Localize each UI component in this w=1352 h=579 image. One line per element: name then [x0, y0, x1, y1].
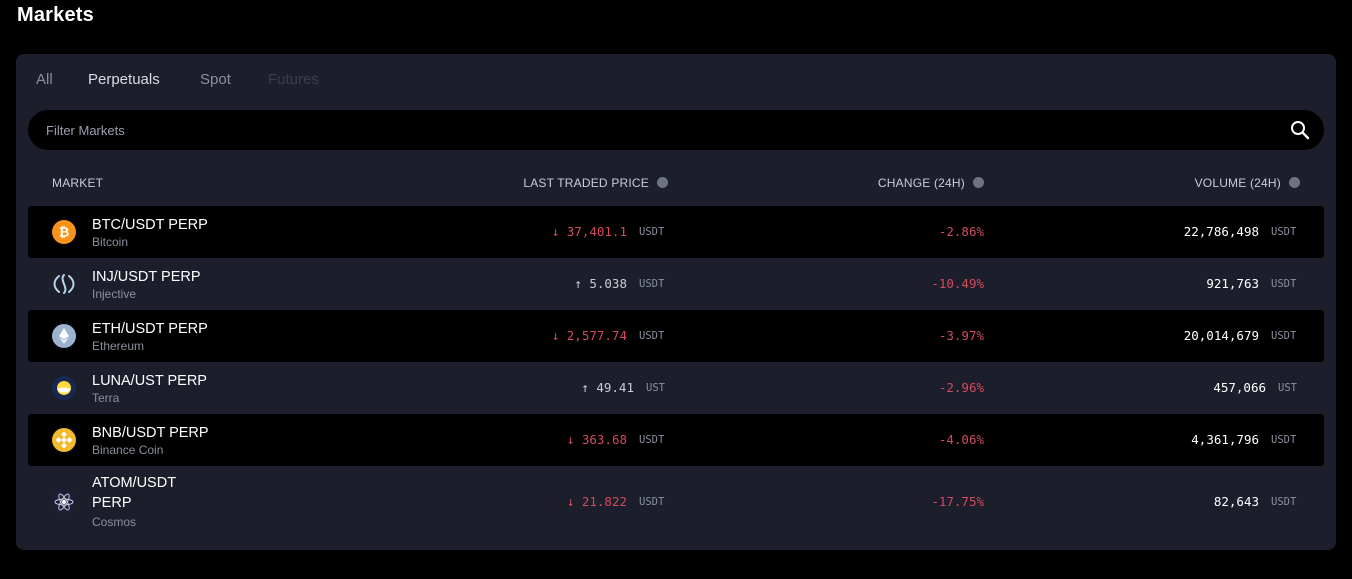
- header-market[interactable]: MARKET: [52, 176, 103, 190]
- header-change-24h[interactable]: CHANGE (24H): [878, 176, 984, 190]
- market-symbol: ATOM/USDT PERP: [92, 475, 176, 511]
- markets-panel: All Perpetuals Spot Futures MARKET LAST …: [16, 54, 1336, 550]
- tab-all[interactable]: All: [36, 71, 53, 88]
- change-24h: -2.86%: [938, 224, 984, 239]
- info-icon[interactable]: [973, 177, 984, 188]
- market-symbol: ETH/USDT PERP: [92, 321, 208, 337]
- tab-spot[interactable]: Spot: [200, 71, 231, 88]
- volume-unit: USDT: [1271, 330, 1297, 342]
- tab-perpetuals[interactable]: Perpetuals: [88, 71, 160, 88]
- volume-24h: 22,786,498: [1183, 224, 1259, 239]
- volume-24h: 20,014,679: [1183, 328, 1259, 343]
- ethereum-icon: [52, 324, 76, 348]
- search-icon[interactable]: [1290, 120, 1310, 140]
- markets-table-body: ₿ BTC/USDT PERP Bitcoin ↓ 37,401.1 USDT …: [28, 206, 1324, 538]
- table-header: MARKET LAST TRADED PRICE CHANGE (24H) VO…: [28, 166, 1324, 198]
- market-name: Binance Coin: [92, 443, 164, 457]
- price-unit: UST: [646, 382, 665, 394]
- last-price: ↓ 21.822: [566, 494, 627, 509]
- market-name: Injective: [92, 287, 137, 301]
- market-name: Bitcoin: [92, 235, 129, 249]
- last-price: ↑ 49.41: [581, 380, 634, 395]
- volume-unit: UST: [1278, 382, 1297, 394]
- info-icon[interactable]: [1289, 177, 1300, 188]
- last-price: ↓ 2,577.74: [551, 328, 627, 343]
- change-24h: -2.96%: [938, 380, 984, 395]
- filter-markets-input[interactable]: [28, 110, 1268, 150]
- market-symbol: BNB/USDT PERP: [92, 425, 209, 441]
- price-unit: USDT: [639, 278, 665, 290]
- terra-icon: [52, 376, 76, 400]
- market-name: Cosmos: [92, 515, 137, 529]
- last-price: ↓ 37,401.1: [551, 224, 627, 239]
- volume-24h: 82,643: [1213, 494, 1259, 509]
- volume-unit: USDT: [1271, 496, 1297, 508]
- table-row[interactable]: BNB/USDT PERP Binance Coin ↓ 363.68 USDT…: [28, 414, 1324, 466]
- change-24h: -3.97%: [938, 328, 984, 343]
- volume-24h: 4,361,796: [1191, 432, 1259, 447]
- binance-icon: [52, 428, 76, 452]
- price-direction-arrow: ↓: [566, 432, 575, 447]
- bitcoin-icon: ₿: [52, 220, 76, 244]
- price-direction-arrow: ↓: [551, 328, 560, 343]
- change-24h: -17.75%: [931, 494, 984, 509]
- price-direction-arrow: ↓: [566, 494, 575, 509]
- price-direction-arrow: ↑: [581, 380, 589, 395]
- volume-unit: USDT: [1271, 278, 1297, 290]
- market-name: Ethereum: [92, 339, 145, 353]
- table-row[interactable]: ATOM/USDT PERP Cosmos ↓ 21.822 USDT -17.…: [28, 466, 1324, 538]
- price-direction-arrow: ↑: [574, 276, 582, 291]
- tab-futures[interactable]: Futures: [268, 71, 319, 88]
- header-volume-24h[interactable]: VOLUME (24H): [1195, 176, 1300, 190]
- volume-24h: 457,066: [1213, 380, 1266, 395]
- change-24h: -4.06%: [938, 432, 984, 447]
- market-symbol: LUNA/UST PERP: [92, 373, 207, 389]
- volume-unit: USDT: [1271, 434, 1297, 446]
- volume-unit: USDT: [1271, 226, 1297, 238]
- last-price: ↑ 5.038: [574, 276, 627, 291]
- info-icon[interactable]: [657, 177, 668, 188]
- cosmos-icon: [52, 490, 76, 514]
- injective-icon: [52, 272, 76, 296]
- table-row[interactable]: LUNA/UST PERP Terra ↑ 49.41 UST -2.96% 4…: [28, 362, 1324, 414]
- price-unit: USDT: [639, 330, 665, 342]
- header-last-traded-price[interactable]: LAST TRADED PRICE: [523, 176, 668, 190]
- market-symbol: INJ/USDT PERP: [92, 269, 201, 285]
- svg-text:₿: ₿: [59, 226, 70, 241]
- table-row[interactable]: ₿ BTC/USDT PERP Bitcoin ↓ 37,401.1 USDT …: [28, 206, 1324, 258]
- market-symbol: BTC/USDT PERP: [92, 217, 208, 233]
- price-direction-arrow: ↓: [551, 224, 560, 239]
- table-row[interactable]: INJ/USDT PERP Injective ↑ 5.038 USDT -10…: [28, 258, 1324, 310]
- volume-24h: 921,763: [1206, 276, 1259, 291]
- last-price: ↓ 363.68: [566, 432, 627, 447]
- price-unit: USDT: [639, 226, 665, 238]
- price-unit: USDT: [639, 496, 665, 508]
- page-title: Markets: [17, 4, 94, 26]
- table-row[interactable]: ETH/USDT PERP Ethereum ↓ 2,577.74 USDT -…: [28, 310, 1324, 362]
- price-unit: USDT: [639, 434, 665, 446]
- search-bar: [28, 110, 1324, 150]
- market-name: Terra: [92, 391, 120, 405]
- change-24h: -10.49%: [931, 276, 984, 291]
